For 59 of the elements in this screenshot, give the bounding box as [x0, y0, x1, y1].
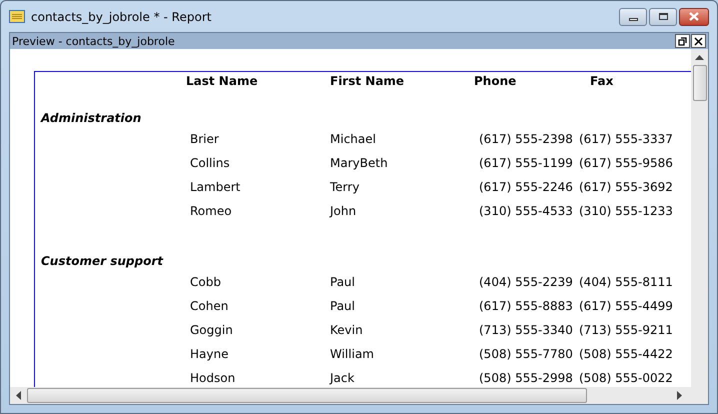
table-cell-text: (617) 555-2398	[478, 131, 574, 148]
group-heading: Administration	[39, 110, 142, 127]
table-cell-text: (617) 555-3692	[579, 179, 674, 196]
table-cell-text: Hodson	[189, 370, 236, 387]
close-button[interactable]	[691, 34, 706, 48]
table-cell-text: (713) 555-3340	[478, 322, 574, 339]
left-arrow-icon[interactable]	[16, 391, 21, 400]
table-cell-text: Terry	[330, 179, 360, 196]
group-heading: Customer support	[40, 253, 163, 270]
close-button[interactable]	[679, 8, 709, 26]
table-cell-text: MaryBeth	[330, 155, 389, 172]
table-cell-text: (617) 555-4499	[579, 298, 674, 315]
restore-icon	[678, 36, 687, 46]
right-arrow-icon[interactable]	[677, 391, 682, 400]
table-cell-text: (617) 555-8883	[478, 298, 574, 315]
table-cell-text: Jack	[330, 370, 356, 387]
maximize-button[interactable]	[649, 8, 677, 26]
vertical-scrollbar[interactable]	[691, 49, 708, 387]
up-arrow-icon[interactable]	[695, 55, 704, 60]
column-header: First Name	[330, 73, 406, 90]
table-cell-text: Cobb	[189, 274, 222, 291]
table-cell-text: (310) 555-1233	[579, 203, 674, 220]
close-icon	[694, 36, 703, 46]
column-header: Fax	[589, 73, 614, 90]
minimize-button[interactable]	[619, 8, 647, 26]
table-cell-text: Hayne	[189, 346, 230, 363]
table-cell-text: (508) 555-4422	[579, 346, 674, 363]
table-cell-text: (404) 555-8111	[579, 274, 674, 291]
table-cell-text: Collins	[189, 155, 231, 172]
table-cell-text: (508) 555-0022	[579, 370, 674, 387]
column-header: Phone	[474, 73, 518, 90]
table-cell-text: Kevin	[330, 322, 364, 339]
table-cell-text: Michael	[330, 131, 377, 148]
close-icon	[689, 12, 699, 21]
column-header: Last Name	[185, 73, 259, 90]
table-cell-text: Paul	[330, 274, 356, 291]
table-cell-text: John	[330, 203, 358, 220]
report-icon	[9, 10, 25, 23]
table-cell-text: (713) 555-9211	[579, 322, 674, 339]
table-cell-text: (617) 555-3337	[579, 131, 674, 148]
table-cell-text: (310) 555-4533	[478, 203, 574, 220]
table-cell-text: Romeo	[189, 203, 233, 220]
table-cell-text: Lambert	[189, 179, 242, 196]
table-cell-text: (508) 555-7780	[478, 346, 574, 363]
table-cell-text: William	[330, 346, 375, 363]
table-cell-text: (617) 555-1199	[478, 155, 574, 172]
table-cell-text: Brier	[189, 131, 220, 148]
restore-button[interactable]	[675, 34, 690, 48]
window-title: contacts_by_jobrole * - Report	[31, 8, 212, 26]
table-cell-text: (617) 555-2246	[478, 179, 574, 196]
table-cell-text: (404) 555-2239	[478, 274, 574, 291]
scroll-thumb[interactable]	[692, 65, 706, 101]
table-cell-text: Goggin	[189, 322, 234, 339]
table-cell-text: Paul	[330, 298, 356, 315]
table-cell-text: (617) 555-9586	[579, 155, 674, 172]
scroll-thumb[interactable]	[27, 388, 587, 403]
table-cell-text: Cohen	[189, 298, 230, 315]
preview-title: Preview - contacts_by_jobrole	[12, 36, 176, 46]
table-cell-text: (508) 555-2998	[478, 370, 574, 387]
